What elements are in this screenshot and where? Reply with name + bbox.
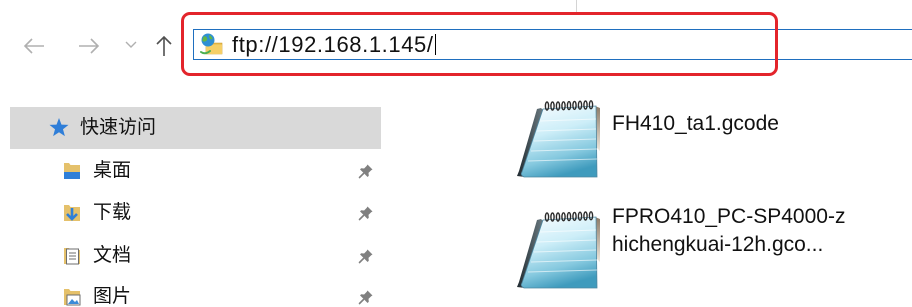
sidebar-item-quick-access[interactable]: 快速访问	[10, 107, 381, 149]
forward-button[interactable]	[78, 37, 100, 55]
sidebar-item-label: 文档	[93, 245, 132, 266]
address-text-area: ftp://192.168.1.145/	[232, 30, 437, 59]
sidebar-item-label: 下载	[93, 202, 132, 223]
address-value: ftp://192.168.1.145/	[232, 32, 434, 57]
file-name: FH410_ta1.gcode	[612, 112, 779, 135]
up-arrow-icon	[156, 35, 172, 56]
sidebar-item-documents[interactable]: 文档	[10, 238, 381, 274]
file-name-line: hichengkuai-12h.gco...	[612, 233, 824, 256]
pin-icon	[358, 163, 374, 179]
pin-icon	[358, 248, 374, 264]
back-arrow-icon	[23, 38, 44, 54]
ribbon-separator	[576, 0, 577, 12]
up-button[interactable]	[156, 35, 172, 57]
pin-icon	[358, 205, 374, 221]
file-name-line: FPRO410_PC-SP4000-z	[612, 205, 846, 228]
sidebar-item-pictures[interactable]: 图片	[10, 279, 381, 307]
ftp-location-icon	[199, 32, 223, 56]
pictures-folder-icon	[62, 287, 82, 307]
file-item[interactable]: FPRO410_PC-SP4000-z hichengkuai-12h.gco.…	[512, 203, 852, 293]
star-icon	[48, 117, 70, 139]
notepad-file-icon	[515, 208, 601, 290]
file-item[interactable]: FH410_ta1.gcode	[512, 95, 802, 181]
downloads-folder-icon	[62, 203, 82, 223]
ribbon-edge	[0, 0, 912, 14]
sidebar-item-label: 快速访问	[80, 117, 157, 138]
sidebar-item-downloads[interactable]: 下载	[10, 195, 381, 231]
sidebar-item-label: 图片	[93, 286, 132, 307]
recent-locations-button[interactable]	[125, 41, 137, 49]
address-input[interactable]: ftp://192.168.1.145/	[193, 29, 912, 60]
pin-icon	[358, 289, 374, 305]
back-button[interactable]	[23, 37, 45, 55]
navigation-pane: 快速访问 桌面 下载 文档 图片	[0, 96, 384, 307]
sidebar-item-label: 桌面	[93, 160, 132, 181]
documents-folder-icon	[62, 246, 82, 266]
forward-arrow-icon	[79, 38, 100, 54]
desktop-folder-icon	[62, 161, 82, 181]
sidebar-item-desktop[interactable]: 桌面	[10, 153, 381, 189]
notepad-file-icon	[515, 97, 601, 179]
text-caret	[434, 34, 437, 55]
chevron-down-icon	[125, 41, 137, 48]
